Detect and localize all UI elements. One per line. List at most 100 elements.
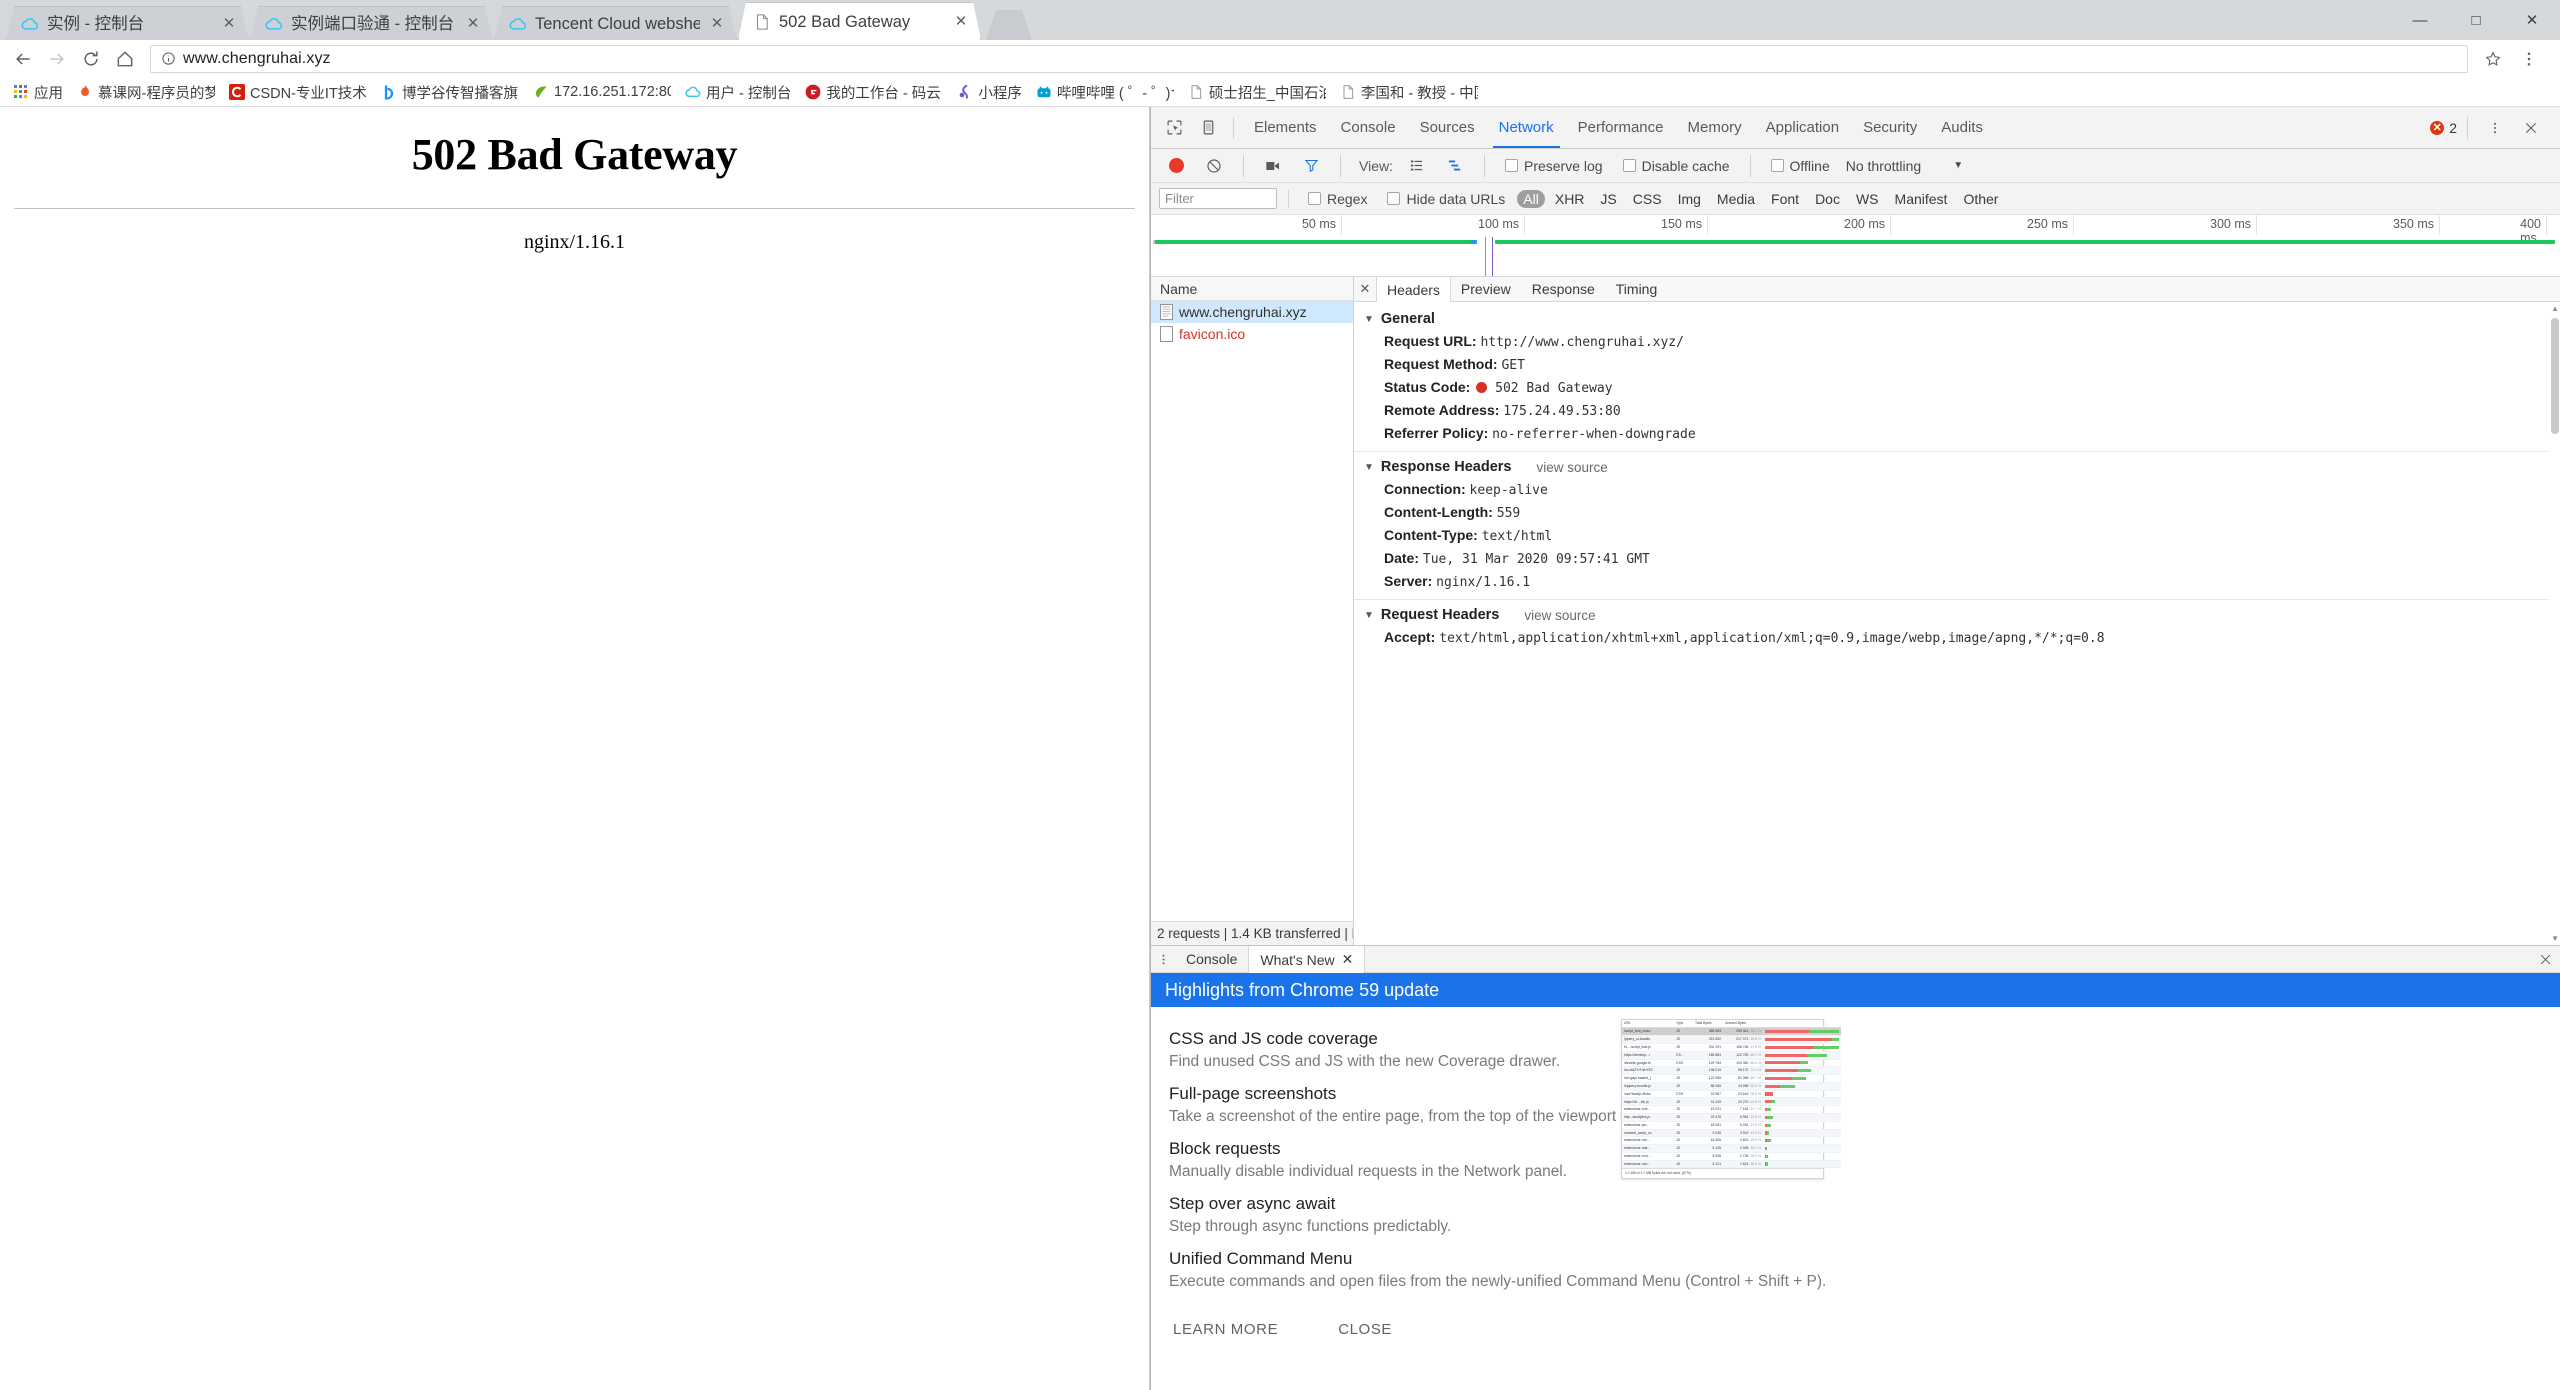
bookmark-professor-li[interactable]: 李国和 - 教授 - 中国[ (1333, 80, 1485, 105)
bookmark-172-16-251-172[interactable]: 172.16.251.172:808 (526, 82, 678, 102)
bookmark-csdn[interactable]: CSDN-专业IT技术社[ (222, 80, 374, 105)
learn-more-button[interactable]: LEARN MORE (1173, 1321, 1278, 1338)
view-source-link[interactable]: view source (1536, 460, 1607, 475)
browser-tab-1[interactable]: 实例端口验通 - 控制台 ✕ (250, 6, 493, 40)
devtools-tab-application[interactable]: Application (1754, 107, 1851, 148)
devtools-tab-network[interactable]: Network (1487, 107, 1566, 148)
drawer-tab-close-icon[interactable]: ✕ (1342, 951, 1354, 968)
view-waterfall-button[interactable] (1438, 149, 1472, 183)
table-row[interactable]: www.chengruhai.xyz (1151, 301, 1353, 323)
filter-type-other[interactable]: Other (1957, 190, 2004, 208)
view-source-link[interactable]: view source (1524, 608, 1595, 623)
capture-screenshots-button[interactable] (1256, 149, 1290, 183)
forward-button[interactable] (40, 42, 74, 76)
network-overview-timeline[interactable]: 50 ms 100 ms 150 ms 200 ms 250 ms 300 ms… (1151, 215, 2560, 277)
document-icon (1343, 85, 1354, 99)
filter-type-img[interactable]: Img (1672, 190, 1707, 208)
chevron-down-icon[interactable]: ▼ (1953, 160, 1963, 171)
scroll-down-arrow-icon[interactable]: ▼ (2551, 934, 2559, 943)
bookmark-miniprogram[interactable]: 小程序 (950, 80, 1029, 105)
section-general[interactable]: ▼ General (1354, 308, 2560, 330)
header-key: Content-Type: (1384, 526, 1478, 543)
scrollbar-thumb[interactable] (2551, 318, 2559, 434)
cell-type: JS (1674, 1027, 1693, 1037)
devtools-tab-elements[interactable]: Elements (1242, 107, 1329, 148)
details-scrollbar[interactable]: ▲ ▼ (2549, 302, 2560, 945)
details-close-icon[interactable]: ✕ (1354, 277, 1376, 301)
devtools-tab-console[interactable]: Console (1329, 107, 1408, 148)
filter-type-media[interactable]: Media (1711, 190, 1761, 208)
request-list-header[interactable]: Name (1151, 277, 1353, 301)
section-request-headers[interactable]: ▼ Request Headers view source (1354, 604, 2560, 626)
bookmark-star-button[interactable] (2476, 42, 2510, 76)
devtools-tab-security[interactable]: Security (1851, 107, 1929, 148)
devtools-close-button[interactable] (2514, 111, 2548, 145)
devtools-tab-performance[interactable]: Performance (1566, 107, 1676, 148)
bookmark-apps[interactable]: 应用 (6, 80, 70, 105)
tab-close-icon[interactable]: ✕ (708, 15, 726, 33)
bookmark-bilibili[interactable]: 哔哩哔哩 ( ゜- ゜)つロ (1029, 80, 1181, 105)
browser-tab-3[interactable]: 502 Bad Gateway ✕ (738, 2, 981, 40)
tab-close-icon[interactable]: ✕ (464, 15, 482, 33)
device-toolbar-button[interactable] (1191, 111, 1225, 145)
filter-type-js[interactable]: JS (1594, 190, 1622, 208)
scroll-up-arrow-icon[interactable]: ▲ (2551, 304, 2559, 313)
divider (1354, 599, 2560, 600)
filter-type-all[interactable]: All (1517, 189, 1545, 208)
filter-type-xhr[interactable]: XHR (1549, 190, 1591, 208)
hide-data-urls-checkbox[interactable]: Hide data URLs (1387, 191, 1505, 207)
disable-cache-checkbox[interactable]: Disable cache (1622, 158, 1730, 174)
details-tab-headers[interactable]: Headers (1376, 277, 1451, 302)
devtools-tab-sources[interactable]: Sources (1408, 107, 1487, 148)
bookmark-user-console[interactable]: 用户 - 控制台 (678, 80, 798, 105)
home-button[interactable] (108, 42, 142, 76)
bookmark-graduate-admission[interactable]: 硕士招生_中国石油大 (1181, 80, 1333, 105)
throttling-select[interactable]: No throttling (1846, 158, 1921, 174)
regex-checkbox[interactable]: Regex (1308, 191, 1367, 207)
reload-button[interactable] (74, 42, 108, 76)
browser-tab-2[interactable]: Tencent Cloud webshe ✕ (494, 6, 737, 40)
details-tab-response[interactable]: Response (1522, 277, 1606, 301)
clear-button[interactable] (1197, 149, 1231, 183)
tab-close-icon[interactable]: ✕ (952, 13, 970, 31)
new-tab-button[interactable] (986, 10, 1032, 40)
offline-checkbox[interactable]: Offline (1770, 158, 1830, 174)
filter-input[interactable]: Filter (1159, 188, 1277, 209)
details-tab-timing[interactable]: Timing (1606, 277, 1669, 301)
view-list-button[interactable] (1400, 149, 1434, 183)
devtools-tab-memory[interactable]: Memory (1676, 107, 1754, 148)
drawer-menu-button[interactable] (1151, 946, 1175, 972)
info-circle-icon[interactable] (161, 51, 176, 66)
drawer-tab-whats-new[interactable]: What's New ✕ (1248, 946, 1366, 973)
address-bar[interactable]: www.chengruhai.xyz (150, 44, 2468, 73)
filter-type-font[interactable]: Font (1765, 190, 1805, 208)
record-button[interactable] (1159, 149, 1193, 183)
error-count-badge[interactable]: ✕ 2 (2430, 120, 2457, 136)
drawer-tab-console[interactable]: Console (1175, 946, 1248, 972)
inspect-element-button[interactable] (1157, 111, 1191, 145)
close-button[interactable]: CLOSE (1338, 1321, 1392, 1338)
devtools-menu-button[interactable] (2478, 111, 2512, 145)
filter-type-ws[interactable]: WS (1850, 190, 1885, 208)
bookmark-boxuegu[interactable]: 博学谷传智播客旗下[ (374, 80, 526, 105)
table-row[interactable]: favicon.ico (1151, 323, 1353, 345)
details-tab-preview[interactable]: Preview (1451, 277, 1522, 301)
maximize-button[interactable]: □ (2448, 0, 2504, 40)
browser-menu-button[interactable] (2512, 42, 2546, 76)
filter-type-doc[interactable]: Doc (1809, 190, 1846, 208)
tab-close-icon[interactable]: ✕ (220, 15, 238, 33)
bookmark-label: 硕士招生_中国石油大 (1208, 85, 1326, 102)
close-window-button[interactable]: ✕ (2504, 0, 2560, 40)
minimize-button[interactable]: — (2392, 0, 2448, 40)
back-button[interactable] (6, 42, 40, 76)
bookmark-gitee[interactable]: 我的工作台 - 码云 Gi (798, 80, 950, 105)
browser-tab-0[interactable]: 实例 - 控制台 ✕ (6, 6, 249, 40)
devtools-tab-audits[interactable]: Audits (1929, 107, 1995, 148)
filter-toggle-button[interactable] (1294, 149, 1328, 183)
filter-type-manifest[interactable]: Manifest (1889, 190, 1954, 208)
filter-type-css[interactable]: CSS (1627, 190, 1668, 208)
section-response-headers[interactable]: ▼ Response Headers view source (1354, 456, 2560, 478)
bookmark-imooc[interactable]: 慕课网-程序员的梦工 (70, 80, 222, 105)
drawer-close-button[interactable] (2530, 946, 2560, 972)
preserve-log-checkbox[interactable]: Preserve log (1504, 158, 1603, 174)
